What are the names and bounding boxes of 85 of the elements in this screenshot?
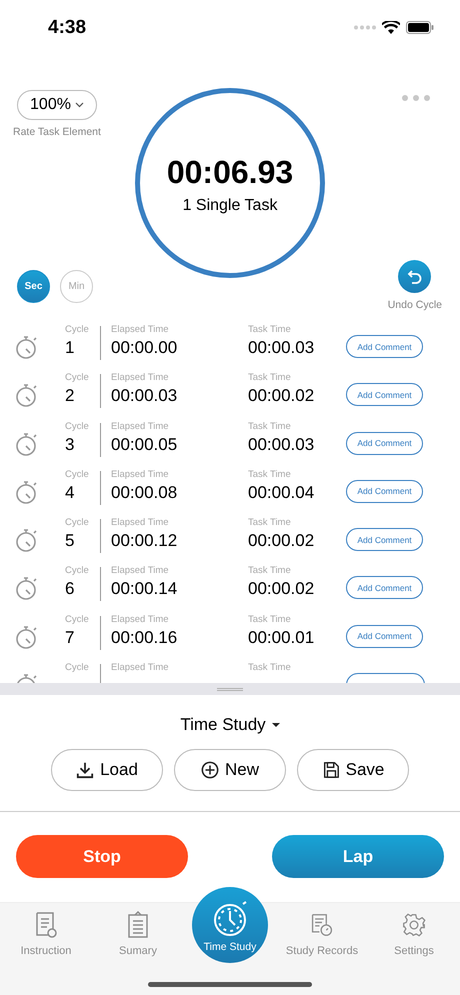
add-comment-button[interactable]: Add Comment [346, 576, 423, 600]
column-label: Cycle [65, 420, 90, 432]
cycle-number: 6 [65, 579, 76, 600]
action-button[interactable]: Save [297, 749, 409, 791]
clipboard-icon [126, 911, 150, 939]
cycle-number: 2 [65, 386, 76, 406]
elapsed-time: 00:00.00 [111, 338, 178, 358]
study-dropdown[interactable]: Time Study [180, 715, 280, 735]
task-time: 00:00.01 [248, 628, 316, 648]
battery-icon [406, 21, 434, 34]
document-icon [34, 911, 58, 939]
lap-button[interactable]: Lap [272, 835, 444, 878]
column-label: Task Time [248, 372, 292, 384]
column-label: Cycle [65, 565, 90, 576]
column-label: Cycle [65, 468, 90, 480]
elapsed-time: 00:00.08 [111, 482, 178, 503]
elapsed-time: 00:00.16 [111, 628, 178, 648]
cycle-number: 7 [65, 628, 76, 648]
column-label: Elapsed Time [111, 372, 170, 384]
column-label: Elapsed Time [111, 420, 170, 432]
tab[interactable]: Instruction [0, 903, 92, 963]
chevron-down-icon [74, 102, 84, 108]
elapsed-time: 00:00.12 [111, 531, 178, 552]
signal-icon [354, 25, 376, 30]
undo-icon [406, 268, 423, 284]
add-comment-button[interactable]: Add Comment [346, 480, 423, 503]
elapsed-time: 00:00.05 [111, 434, 178, 455]
column-label: Task Time [248, 517, 292, 528]
rate-label: Rate Task Element [13, 126, 101, 138]
tab[interactable]: Sumary [92, 903, 184, 963]
stop-button[interactable]: Stop [16, 835, 188, 878]
column-label: Elapsed Time [111, 468, 170, 480]
cycle-number: 5 [65, 531, 76, 552]
column-label: Elapsed Time [111, 614, 170, 625]
wifi-icon [382, 20, 400, 34]
unit-toggle[interactable]: Min [60, 270, 93, 303]
undo-label: Undo Cycle [388, 299, 442, 311]
column-label: Task Time [248, 614, 292, 625]
column-label: Task Time [248, 420, 292, 432]
column-label: Task Time [248, 662, 292, 674]
action-button[interactable]: Load [51, 749, 163, 791]
task-name: 1 Single Task [182, 196, 278, 214]
rate-dropdown[interactable]: 100% [17, 90, 97, 120]
plus-circle-icon [200, 761, 219, 779]
caret-icon [272, 723, 280, 727]
settings-icon [402, 911, 426, 939]
timer-display: 00:06.93 [166, 154, 294, 190]
column-label: Cycle [65, 662, 90, 674]
tab[interactable]: Time Study [192, 887, 268, 963]
task-time: 00:00.03 [248, 434, 316, 455]
task-time: 00:00.03 [248, 338, 316, 358]
column-label: Elapsed Time [111, 565, 170, 576]
column-label: Elapsed Time [111, 324, 170, 335]
unit-toggle[interactable]: Sec [17, 270, 50, 303]
column-label: Cycle [65, 614, 90, 625]
column-label: Cycle [65, 324, 90, 335]
add-comment-button[interactable]: Add Comment [346, 335, 423, 358]
column-label: Elapsed Time [111, 662, 170, 674]
tab[interactable]: Study Records [276, 903, 368, 963]
column-label: Elapsed Time [111, 517, 170, 528]
document-stopwatch-icon [310, 911, 334, 939]
add-comment-button[interactable]: Add Comment [346, 383, 423, 406]
action-button[interactable]: New [174, 749, 286, 791]
task-time: 00:00.04 [248, 482, 316, 503]
elapsed-time: 00:00.14 [111, 579, 178, 600]
status-time: 4:38 [48, 16, 86, 38]
task-time: 00:00.02 [248, 531, 316, 552]
cycle-number: 4 [65, 482, 76, 503]
task-time: 00:00.02 [248, 579, 316, 600]
add-comment-button[interactable]: Add Comment [346, 528, 423, 552]
download-icon [76, 761, 94, 779]
cycle-number: 3 [65, 434, 76, 455]
tab[interactable]: Settings [368, 903, 460, 963]
add-comment-button[interactable]: Add Comment [346, 432, 423, 455]
add-comment-button[interactable]: Add Comment [346, 624, 423, 648]
drag-handle[interactable] [217, 688, 243, 690]
column-label: Task Time [248, 565, 292, 576]
column-label: Task Time [248, 324, 292, 335]
column-label: Cycle [65, 372, 90, 384]
column-label: Cycle [65, 517, 90, 528]
task-time: 00:00.02 [248, 386, 316, 406]
column-label: Task Time [248, 468, 292, 480]
cycle-number: 1 [65, 338, 76, 358]
undo-button[interactable] [398, 260, 432, 293]
elapsed-time: 00:00.03 [111, 386, 178, 406]
